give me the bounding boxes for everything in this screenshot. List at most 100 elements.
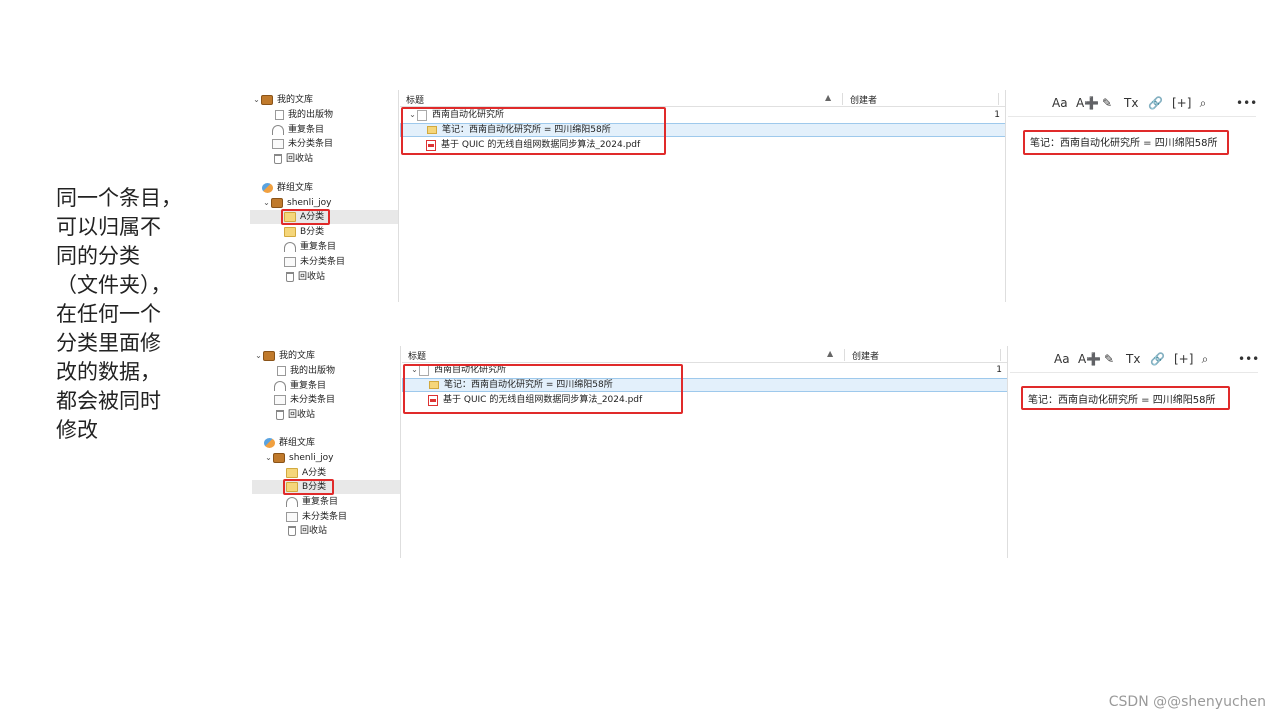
tree-group-unfiled[interactable]: 未分类条目 [284,255,345,269]
tree-group-trash[interactable]: 回收站 [284,270,325,284]
duplicates-icon [284,242,296,252]
insert-citation-icon[interactable]: [+] [1172,96,1191,110]
tree-group-unfiled[interactable]: 未分类条目 [286,510,347,524]
divider [1005,90,1006,302]
highlight-icon[interactable]: ✎ [1102,352,1116,366]
tree-my-library[interactable]: ⌄ 我的文库 [254,349,315,363]
search-icon[interactable]: ⌕ [1198,352,1212,366]
divider [1007,346,1008,558]
text-size-icon[interactable]: A➕ [1078,352,1101,366]
tree-duplicates[interactable]: 重复条目 [274,379,326,393]
library-icon [263,351,275,361]
collections-pane: ⌄ 我的文库 我的出版物 重复条目 未分类条目 回收站 群组文库 ⌄ shenl… [252,346,400,558]
sort-ascending-icon[interactable]: ▲ [827,349,833,358]
more-icon[interactable]: ••• [1238,352,1259,366]
item-count: 1 [996,365,1002,375]
document-icon [277,366,286,376]
chevron-down-icon[interactable]: ⌄ [264,451,273,465]
font-icon[interactable]: Aa [1054,352,1070,366]
watermark: CSDN @@shenyuchen [1108,694,1266,710]
column-title[interactable]: 标题 [406,93,424,106]
tree-collection-a[interactable]: A分类 [286,466,326,480]
list-header: 标题 ▲ 创建者 [400,92,1006,107]
divider [398,90,399,302]
column-separator[interactable] [842,93,843,105]
tree-trash[interactable]: 回收站 [274,408,315,422]
insert-citation-icon[interactable]: [+] [1174,352,1193,366]
tree-group-shenli-joy[interactable]: ⌄ shenli_joy [262,196,331,210]
note-editor-pane: Aa A➕ ✎ Tx 🔗 [+] ⌕ ••• 笔记：西南自动化研究所 = 四川绵… [1010,346,1262,558]
library-icon [271,198,283,208]
divider [400,346,401,558]
tree-group-duplicates[interactable]: 重复条目 [284,240,336,254]
tree-duplicates[interactable]: 重复条目 [272,123,324,137]
trash-icon [276,410,284,420]
explanation-caption: 同一个条目， 可以归属不 同的分类 （文件夹）， 在任何一个 分类里面修 改的数… [56,186,182,442]
chevron-down-icon[interactable]: ⌄ [254,349,263,363]
highlight-box [403,364,683,414]
column-creator[interactable]: 创建者 [850,93,877,106]
column-title[interactable]: 标题 [408,349,426,362]
duplicates-icon [286,497,298,507]
clear-format-icon[interactable]: Tx [1126,352,1140,366]
chevron-down-icon[interactable]: ⌄ [262,196,271,210]
library-icon [273,453,285,463]
unfiled-icon [286,512,298,522]
link-icon[interactable]: 🔗 [1150,352,1165,366]
trash-icon [286,272,294,282]
highlight-box [1021,386,1230,410]
duplicates-icon [274,381,286,391]
tree-group-libraries: 群组文库 [262,181,313,195]
sort-ascending-icon[interactable]: ▲ [825,93,831,102]
tree-group-shenli-joy[interactable]: ⌄ shenli_joy [264,451,333,465]
tree-unfiled[interactable]: 未分类条目 [272,137,333,151]
duplicates-icon [272,125,284,135]
tree-trash[interactable]: 回收站 [272,152,313,166]
column-separator[interactable] [844,349,845,361]
highlight-box [283,479,334,495]
tree-my-library[interactable]: ⌄ 我的文库 [252,93,313,107]
highlight-icon[interactable]: ✎ [1100,96,1114,110]
chevron-down-icon[interactable]: ⌄ [252,93,261,107]
clear-format-icon[interactable]: Tx [1124,96,1138,110]
item-count: 1 [994,110,1000,120]
items-list: 标题 ▲ 创建者 ⌄ 西南自动化研究所 1 笔记：西南自动化研究所 = 四川绵阳… [400,90,1006,302]
search-icon[interactable]: ⌕ [1196,96,1210,110]
more-icon[interactable]: ••• [1236,96,1257,110]
link-icon[interactable]: 🔗 [1148,96,1163,110]
note-toolbar: Aa A➕ ✎ Tx 🔗 [+] ⌕ ••• [1054,352,1259,366]
tree-my-publications[interactable]: 我的出版物 [274,108,333,122]
list-header: 标题 ▲ 创建者 [402,348,1008,363]
collections-pane: ⌄ 我的文库 我的出版物 重复条目 未分类条目 回收站 群组文库 ⌄ shenl… [250,90,398,302]
tree-unfiled[interactable]: 未分类条目 [274,393,335,407]
unfiled-icon [272,139,284,149]
group-icon [262,183,273,193]
tree-group-trash[interactable]: 回收站 [286,524,327,538]
items-list: 标题 ▲ 创建者 ⌄ 西南自动化研究所 1 笔记：西南自动化研究所 = 四川绵阳… [402,346,1008,558]
trash-icon [274,154,282,164]
folder-icon [284,227,296,237]
divider [1010,372,1258,373]
group-icon [264,438,275,448]
tree-group-libraries: 群组文库 [264,436,315,450]
trash-icon [288,526,296,536]
tree-group-duplicates[interactable]: 重复条目 [286,495,338,509]
zotero-window-collection-a: ⌄ 我的文库 我的出版物 重复条目 未分类条目 回收站 群组文库 ⌄ shenl… [250,90,1260,302]
unfiled-icon [274,395,286,405]
divider [1008,116,1256,117]
column-separator[interactable] [998,93,999,105]
text-size-icon[interactable]: A➕ [1076,96,1099,110]
tree-collection-b[interactable]: B分类 [284,225,324,239]
folder-icon [286,468,298,478]
column-creator[interactable]: 创建者 [852,349,879,362]
library-icon [261,95,273,105]
zotero-window-collection-b: ⌄ 我的文库 我的出版物 重复条目 未分类条目 回收站 群组文库 ⌄ shenl… [252,346,1262,558]
tree-my-publications[interactable]: 我的出版物 [276,364,335,378]
column-separator[interactable] [1000,349,1001,361]
highlight-box [281,209,330,225]
document-icon [275,110,284,120]
note-toolbar: Aa A➕ ✎ Tx 🔗 [+] ⌕ ••• [1052,96,1257,110]
highlight-box [1023,130,1229,155]
font-icon[interactable]: Aa [1052,96,1068,110]
highlight-box [401,107,666,155]
